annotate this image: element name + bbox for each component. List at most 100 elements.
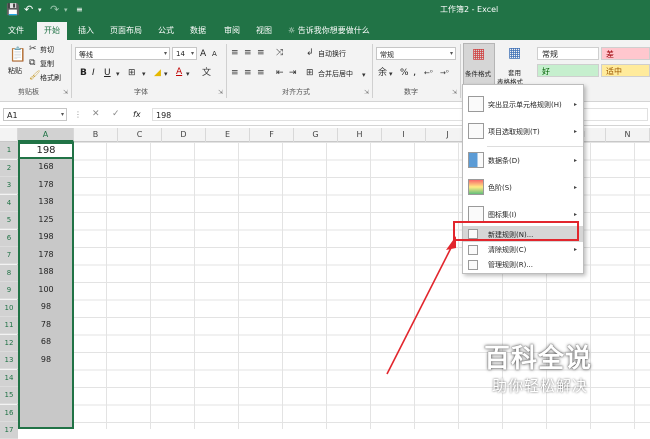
insert-function-button[interactable]: fx <box>133 110 141 119</box>
more-options-icon[interactable]: ⋮ <box>74 110 82 119</box>
cell-style-good[interactable]: 好 <box>537 64 599 77</box>
row-header[interactable]: 1 <box>0 142 18 159</box>
row-header[interactable]: 2 <box>0 159 18 177</box>
grow-font-button[interactable]: A <box>200 49 206 59</box>
align-left-icon[interactable]: ≡ <box>231 68 239 78</box>
format-painter-icon[interactable]: 🖌 <box>29 71 40 81</box>
cell-value[interactable]: 168 <box>18 162 74 171</box>
tab-file[interactable]: 文件 <box>8 25 24 36</box>
decrease-decimal-icon[interactable]: →⁰ <box>440 68 449 78</box>
row-header[interactable]: 10 <box>0 299 18 317</box>
select-all-corner[interactable] <box>0 128 18 142</box>
column-header[interactable]: E <box>206 128 250 142</box>
row-header[interactable]: 15 <box>0 387 18 404</box>
active-cell[interactable]: 198 <box>18 142 74 159</box>
copy-button[interactable]: 复制 <box>40 59 54 69</box>
cell-style-normal[interactable]: 常规 <box>537 47 599 60</box>
paste-button[interactable]: 粘贴 <box>8 66 22 76</box>
tab-review[interactable]: 审阅 <box>224 25 240 36</box>
borders-icon[interactable]: ⊞ <box>128 68 136 78</box>
cell-value[interactable]: 138 <box>18 197 74 206</box>
format-as-table-button[interactable]: ▦ 套用 表格格式 <box>497 43 533 87</box>
format-painter-button[interactable]: 格式刷 <box>40 73 61 83</box>
phonetic-icon[interactable]: 文 <box>202 68 211 78</box>
cell-value[interactable]: 98 <box>18 355 74 364</box>
cell-value[interactable]: 78 <box>18 320 74 329</box>
column-header[interactable]: C <box>118 128 162 142</box>
bold-button[interactable]: B <box>80 68 87 78</box>
tab-page-layout[interactable]: 页面布局 <box>110 25 142 36</box>
row-header[interactable]: 14 <box>0 369 18 387</box>
menu-item-top-bottom-rules[interactable]: 项目选取规则(T) ▸ <box>463 118 583 144</box>
cell-style-neutral[interactable]: 适中 <box>601 64 650 77</box>
row-header[interactable]: 7 <box>0 247 18 264</box>
number-launcher-icon[interactable]: ⇲ <box>452 89 457 96</box>
save-icon[interactable]: 💾 <box>6 3 20 17</box>
chevron-down-icon[interactable]: ▾ <box>164 69 168 79</box>
wrap-text-button[interactable]: 自动换行 <box>318 49 346 59</box>
row-header[interactable]: 16 <box>0 404 18 422</box>
row-header[interactable]: 8 <box>0 264 18 282</box>
tab-data[interactable]: 数据 <box>190 25 206 36</box>
shrink-font-button[interactable]: A <box>212 50 217 58</box>
undo-dropdown-icon[interactable]: ▾ <box>38 3 42 17</box>
row-header[interactable]: 11 <box>0 317 18 334</box>
tab-formulas[interactable]: 公式 <box>158 25 174 36</box>
increase-decimal-icon[interactable]: ←⁰ <box>424 68 433 78</box>
row-header[interactable]: 5 <box>0 212 18 229</box>
menu-item-color-scales[interactable]: 色阶(S) ▸ <box>463 174 583 200</box>
menu-item-highlight-rules[interactable]: 突出显示单元格规则(H) ▸ <box>463 91 583 117</box>
enter-icon[interactable]: ✓ <box>112 109 120 119</box>
row-header[interactable]: 12 <box>0 334 18 352</box>
cell-value[interactable]: 100 <box>18 285 74 294</box>
menu-item-manage-rules[interactable]: 管理规则(R)... <box>463 257 583 273</box>
align-center-icon[interactable]: ≡ <box>244 68 252 78</box>
column-header[interactable]: N <box>606 128 650 142</box>
cell-value[interactable]: 125 <box>18 215 74 224</box>
align-bottom-icon[interactable]: ≡ <box>257 48 265 58</box>
column-header[interactable]: B <box>74 128 118 142</box>
customize-icon[interactable]: ≡ <box>76 3 83 17</box>
font-color-button[interactable]: A <box>176 67 182 77</box>
tab-insert[interactable]: 插入 <box>78 25 94 36</box>
row-header[interactable]: 3 <box>0 177 18 194</box>
alignment-launcher-icon[interactable]: ⇲ <box>364 89 369 96</box>
underline-button[interactable]: U <box>104 68 111 78</box>
copy-icon[interactable]: ⧉ <box>29 58 35 68</box>
menu-item-data-bars[interactable]: 数据条(D) ▸ <box>463 147 583 173</box>
name-box[interactable]: A1 ▾ <box>3 108 67 121</box>
chevron-down-icon[interactable]: ▾ <box>389 69 393 79</box>
font-name-select[interactable]: 等线 ▾ <box>75 47 170 60</box>
column-header[interactable]: I <box>382 128 426 142</box>
column-header[interactable]: H <box>338 128 382 142</box>
redo-dropdown-icon[interactable]: ▾ <box>64 3 68 17</box>
cell-value[interactable]: 98 <box>18 302 74 311</box>
row-header[interactable]: 9 <box>0 282 18 299</box>
chevron-down-icon[interactable]: ▾ <box>116 69 120 79</box>
comma-button[interactable]: , <box>413 67 416 78</box>
percent-button[interactable]: % <box>400 68 409 78</box>
row-header[interactable]: 6 <box>0 229 18 247</box>
align-top-icon[interactable]: ≡ <box>231 48 239 58</box>
number-format-select[interactable]: 常规 ▾ <box>376 47 456 60</box>
font-launcher-icon[interactable]: ⇲ <box>218 89 223 96</box>
row-header[interactable]: 13 <box>0 352 18 369</box>
row-header[interactable]: 17 <box>0 422 18 439</box>
cell-style-bad[interactable]: 差 <box>601 47 650 60</box>
menu-item-clear-rules[interactable]: 清除规则(C) ▸ <box>463 242 583 258</box>
cell-value[interactable]: 188 <box>18 267 74 276</box>
orientation-icon[interactable]: ⤨ <box>276 48 283 58</box>
merge-center-button[interactable]: 合并后居中 <box>318 69 353 79</box>
fill-color-icon[interactable]: ◢ <box>154 68 161 78</box>
paste-icon[interactable]: 📋 <box>9 48 26 62</box>
clipboard-launcher-icon[interactable]: ⇲ <box>63 89 68 96</box>
tab-view[interactable]: 视图 <box>256 25 272 36</box>
column-header[interactable]: A <box>18 128 74 142</box>
undo-icon[interactable]: ↶ <box>24 3 33 17</box>
decrease-indent-icon[interactable]: ⇤ <box>276 68 284 78</box>
currency-icon[interactable]: 余 <box>378 68 387 78</box>
cell-value[interactable]: 178 <box>18 250 74 259</box>
cell-value[interactable]: 198 <box>18 232 74 241</box>
cell-value[interactable]: 68 <box>18 337 74 346</box>
tab-home[interactable]: 开始 <box>37 22 67 40</box>
